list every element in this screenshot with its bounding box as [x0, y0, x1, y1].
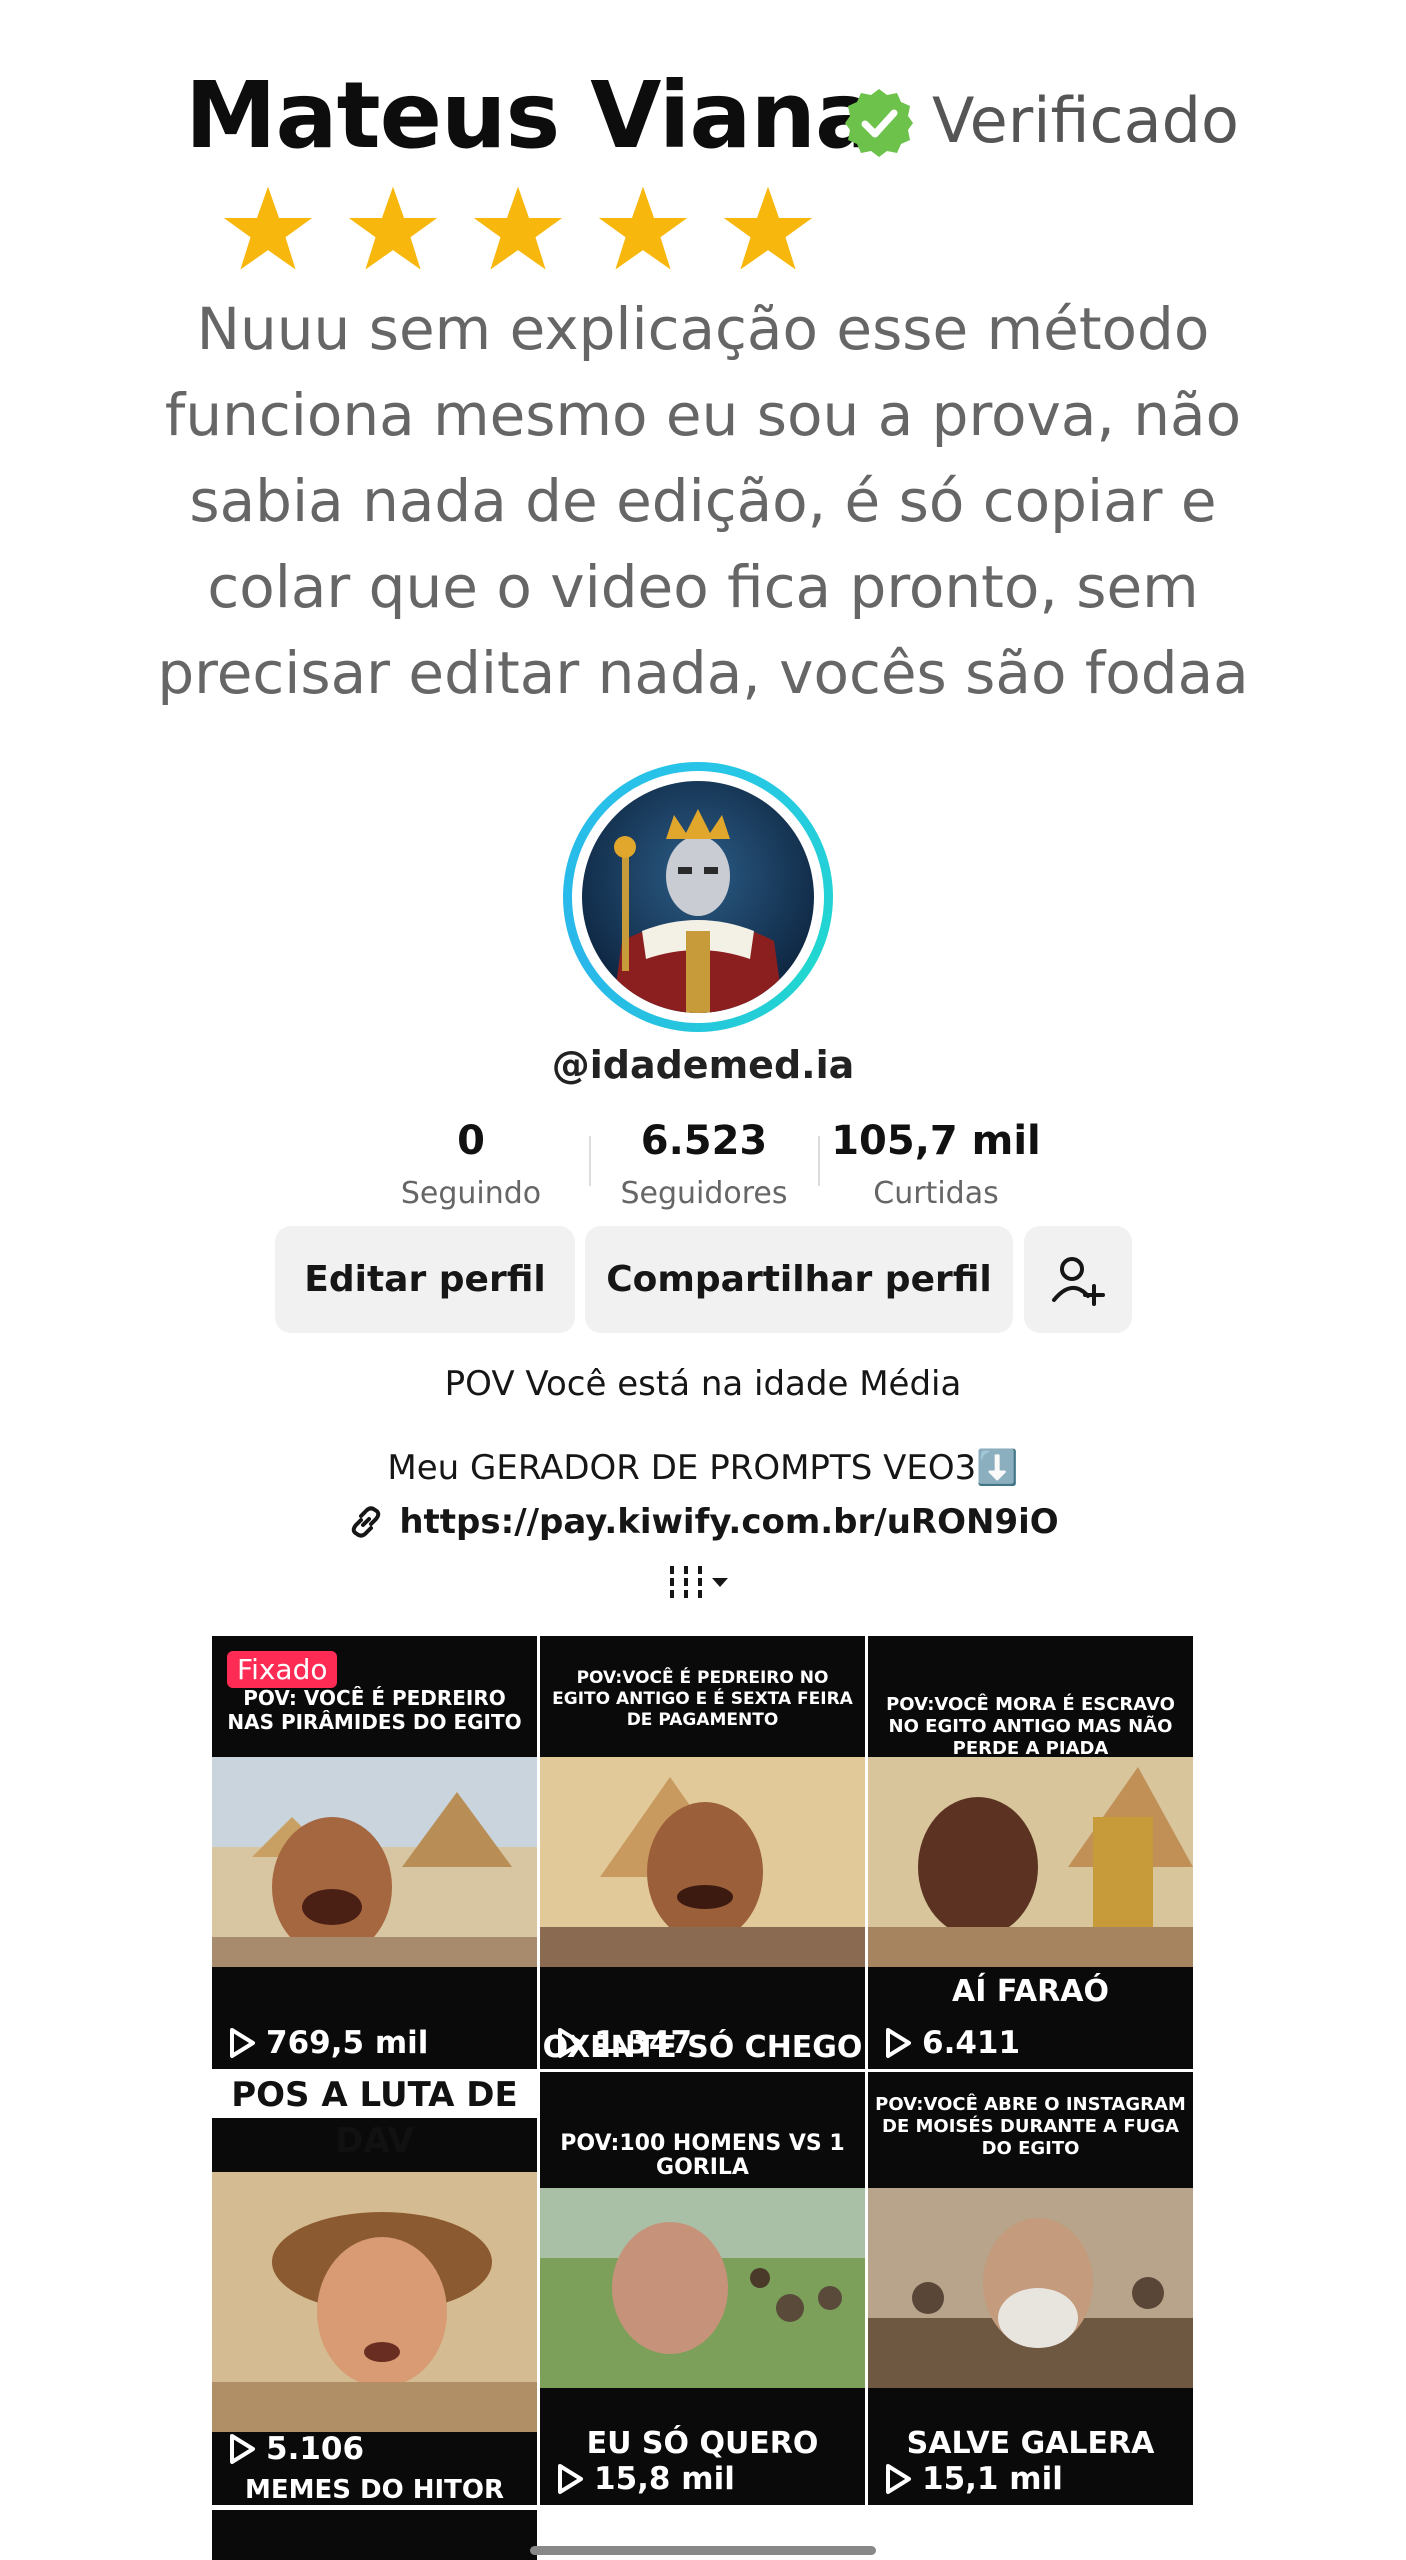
star-icon: [473, 186, 563, 270]
bio-line: POV Você está na idade Média: [444, 1364, 962, 1404]
video-thumbnail[interactable]: Fixado POV: VOCÊ É PEDREIRO NAS PIRÂMIDE…: [212, 1636, 537, 2069]
video-overlay-text: MEMES DO HITOR: [244, 2475, 505, 2505]
video-caption: POV:VOCÊ ABRE O INSTAGRAM DE MOISÉS DURA…: [875, 2094, 1186, 2159]
video-thumbnail[interactable]: POV:VOCÊ É PEDREIRO NO EGITO ANTIGO E É …: [540, 1636, 865, 2069]
view-count: 5.106: [228, 2431, 364, 2467]
play-icon: [886, 2028, 911, 2058]
video-still: [540, 2188, 865, 2388]
tab-videos[interactable]: [660, 1560, 740, 1614]
robot-king-avatar-image: [582, 781, 814, 1013]
following-label: Seguindo: [400, 1176, 542, 1211]
video-still: [868, 2188, 1193, 2388]
likes-label: Curtidas: [873, 1176, 999, 1211]
bio-line: Meu GERADOR DE PROMPTS VEO3⬇️: [387, 1448, 1019, 1488]
star-icon: [348, 186, 438, 270]
share-profile-button[interactable]: Compartilhar perfil: [585, 1226, 1013, 1333]
bio-link-url[interactable]: https://pay.kiwify.com.br/uRON9iO: [399, 1502, 1058, 1542]
view-count: 1.347: [556, 2025, 692, 2061]
followers-label: Seguidores: [620, 1176, 788, 1211]
video-caption: POV:VOCÊ É PEDREIRO NO EGITO ANTIGO E É …: [552, 1668, 853, 1730]
profile-handle: @idademed.ia: [551, 1043, 855, 1087]
view-count: 15,8 mil: [556, 2461, 735, 2497]
following-count[interactable]: 0: [371, 1118, 571, 1164]
verified-badge-icon: [845, 89, 913, 157]
play-icon: [230, 2434, 255, 2464]
view-count: 15,1 mil: [884, 2461, 1063, 2497]
video-caption: POV: VOCÊ É PEDREIRO NAS PIRÂMIDES DO EG…: [227, 1686, 522, 1734]
testimonial-quote: Nuuu sem explicação esse método funciona…: [157, 295, 1249, 707]
video-overlay-text: EU SÓ QUERO: [586, 2426, 819, 2461]
video-still: [868, 1757, 1193, 1967]
play-icon: [886, 2464, 911, 2494]
star-icon: [223, 186, 313, 270]
grid-view-icon: [670, 1566, 728, 1598]
likes-count[interactable]: 105,7 mil: [826, 1118, 1046, 1164]
divider: [818, 1136, 820, 1186]
play-icon: [230, 2028, 255, 2058]
video-thumbnail[interactable]: POS A LUTA DE DAV MEMES DO HITOR 5.106: [212, 2072, 537, 2505]
edit-profile-button[interactable]: Editar perfil: [275, 1226, 575, 1333]
home-indicator: [530, 2546, 876, 2555]
video-caption: POS A LUTA DE DAV: [212, 2072, 537, 2161]
view-count: 6.411: [884, 2025, 1020, 2061]
verified-label: Verificado: [932, 84, 1239, 157]
link-icon: [352, 1506, 381, 1538]
avatar[interactable]: [582, 781, 814, 1013]
video-thumbnail[interactable]: POV:VOCÊ ABRE O INSTAGRAM DE MOISÉS DURA…: [868, 2072, 1193, 2505]
pinned-badge: Fixado: [227, 1651, 338, 1688]
reviewer-name: Mateus Viana: [185, 62, 877, 169]
video-thumbnail[interactable]: POV:VOCÊ MORA É ESCRAVO NO EGITO ANTIGO …: [868, 1636, 1193, 2069]
video-still: [540, 1757, 865, 1967]
video-still: [212, 1757, 537, 1967]
video-caption: POV:VOCÊ MORA É ESCRAVO NO EGITO ANTIGO …: [886, 1694, 1175, 1759]
add-friend-button[interactable]: [1024, 1226, 1132, 1333]
view-count: 769,5 mil: [228, 2025, 428, 2061]
add-user-icon: [1052, 1256, 1105, 1306]
video-overlay-text: SALVE GALERA: [906, 2426, 1155, 2461]
video-thumbnail[interactable]: POV:100 HOMENS VS 1 GORILA EU SÓ QUERO 1…: [540, 2072, 865, 2505]
divider: [589, 1136, 591, 1186]
star-icon: [723, 186, 813, 270]
play-icon: [558, 2028, 583, 2058]
bio-link[interactable]: https://pay.kiwify.com.br/uRON9iO: [0, 1502, 1406, 1542]
video-still: [212, 2172, 537, 2432]
star-icon: [598, 186, 688, 270]
video-overlay-text: AÍ FARAÓ: [952, 1974, 1109, 2009]
play-icon: [558, 2464, 583, 2494]
video-thumbnail[interactable]: [212, 2510, 537, 2560]
followers-count[interactable]: 6.523: [604, 1118, 804, 1164]
rating-stars: [222, 183, 814, 275]
video-caption: POV:100 HOMENS VS 1 GORILA: [560, 2131, 845, 2180]
